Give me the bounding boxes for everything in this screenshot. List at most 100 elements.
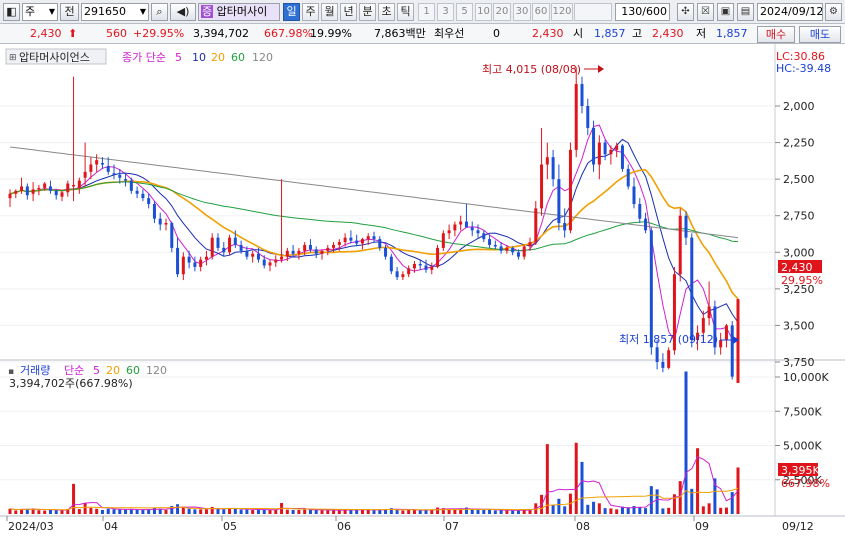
candle-body: [488, 239, 492, 245]
candle-body: [568, 149, 572, 231]
volume-bar: [60, 510, 64, 514]
date-field[interactable]: 2024/09/12: [757, 3, 823, 21]
period-tab-6[interactable]: 틱: [397, 3, 414, 21]
hc-label: HC:-39.48: [776, 62, 831, 75]
screen-icon[interactable]: ◧: [3, 3, 20, 21]
interval-button-2[interactable]: 5: [456, 3, 473, 21]
candle-body: [684, 215, 688, 238]
volume-bar: [37, 510, 41, 514]
turnover: 19.99%: [310, 27, 352, 40]
ma-label: 종가 단순: [122, 51, 166, 64]
candle-body: [516, 252, 520, 257]
x-tick-label: 06: [337, 520, 351, 533]
volume-ma-5: 5: [93, 364, 100, 377]
candle-body: [499, 246, 503, 251]
interval-button-0[interactable]: 1: [418, 3, 435, 21]
candle-body: [453, 224, 457, 231]
candle-body: [441, 233, 445, 248]
save-icon[interactable]: ▣: [717, 3, 734, 21]
volume-bar: [615, 509, 619, 514]
y-tick-label: 2,250: [783, 137, 815, 150]
quote-bar: 2,430 ⬆ 560 +29.95% 3,394,702 667.98% 19…: [0, 24, 845, 44]
volume-bar: [118, 509, 122, 514]
candle-body: [592, 127, 596, 165]
scroll-box[interactable]: [574, 3, 612, 21]
checkbox-icon[interactable]: ☒: [697, 3, 714, 21]
search-icon[interactable]: ⌕: [151, 3, 168, 21]
count-field[interactable]: 130/600: [615, 3, 670, 21]
candle-body: [228, 237, 232, 253]
volume-bar: [303, 509, 307, 514]
volume-bar: [412, 509, 416, 514]
interval-button-1[interactable]: 3: [437, 3, 454, 21]
sell-button[interactable]: 매도: [799, 26, 841, 43]
y-tick-label: 3,000: [783, 246, 815, 259]
volume-bar: [187, 508, 191, 514]
candle-body: [476, 230, 480, 234]
amount: 7,863백만: [374, 27, 426, 40]
period-tab-1[interactable]: 주: [302, 3, 319, 21]
candle-body: [20, 186, 24, 191]
interval-button-3[interactable]: 10: [475, 3, 492, 21]
change: 560: [106, 27, 127, 40]
candle-body: [320, 250, 324, 254]
volume-ma-20: 20: [106, 364, 120, 377]
volume-bar: [592, 501, 596, 514]
volume-bar: [285, 509, 289, 514]
crosshair-icon[interactable]: ✣: [677, 3, 694, 21]
x-tick-label: 09: [695, 520, 709, 533]
volume-tick-label: 10,000K: [783, 371, 829, 384]
period-tab-3[interactable]: 년: [340, 3, 357, 21]
candle-body: [418, 263, 422, 266]
candle-body: [412, 263, 416, 269]
candle-body: [366, 236, 370, 240]
candle-body: [48, 186, 52, 191]
candle-body: [291, 250, 295, 254]
market-select[interactable]: 주 ▼: [22, 3, 58, 21]
volume-pct: 667.98%: [264, 27, 313, 40]
volume-bar: [453, 509, 457, 514]
candle-body: [534, 208, 538, 243]
volume-bar: [43, 510, 47, 514]
candle-body: [384, 247, 388, 257]
candle-body: [37, 187, 41, 190]
candle-body: [216, 237, 220, 248]
x-tick-label: 08: [576, 520, 590, 533]
y-tick-label: 3,500: [783, 319, 815, 332]
candle-body: [337, 242, 341, 245]
candle-body: [667, 350, 671, 368]
candle-body: [8, 193, 12, 199]
candle-body: [176, 247, 180, 275]
interval-button-5[interactable]: 30: [513, 3, 531, 21]
interval-button-7[interactable]: 120: [551, 3, 573, 21]
speaker-icon[interactable]: ◀): [170, 3, 196, 21]
volume-bar: [511, 510, 515, 514]
current-price: 2,430: [532, 27, 564, 40]
buy-button[interactable]: 매수: [757, 26, 795, 43]
period-tab-4[interactable]: 분: [359, 3, 376, 21]
volume-bar: [251, 509, 255, 514]
volume-bar: [372, 510, 376, 514]
period-tab-2[interactable]: 월: [321, 3, 338, 21]
gear-icon[interactable]: ⚙: [825, 3, 842, 21]
volume-bar: [291, 509, 295, 514]
interval-button-6[interactable]: 60: [532, 3, 550, 21]
stock-chart[interactable]: 3,7503,5003,2503,0002,7502,5002,2502,000…: [0, 44, 845, 540]
volume-bar: [106, 508, 110, 514]
stock-code-input[interactable]: 291650 ▼: [81, 3, 149, 21]
volume-bar: [655, 489, 659, 514]
candle-body: [707, 306, 711, 319]
stock-name-field[interactable]: 증 압타머사이: [198, 3, 280, 21]
volume-bar: [418, 510, 422, 514]
volume-bar: [597, 503, 601, 514]
volume-label: 거래량: [20, 364, 50, 377]
print-icon[interactable]: ▤: [737, 3, 754, 21]
period-tab-0[interactable]: 일: [283, 3, 300, 21]
volume-bar: [245, 509, 249, 514]
prev-button[interactable]: 전: [60, 3, 79, 21]
period-tab-5[interactable]: 초: [378, 3, 395, 21]
volume-bar: [77, 509, 81, 514]
interval-button-4[interactable]: 20: [493, 3, 511, 21]
candle-body: [424, 265, 428, 270]
volume-bar: [580, 461, 584, 514]
